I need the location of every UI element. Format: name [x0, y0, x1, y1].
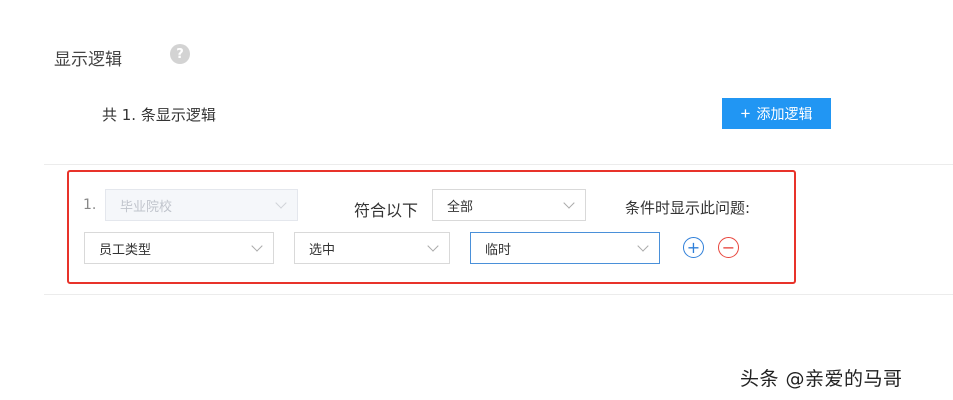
logic-count-text: 共 1. 条显示逻辑	[102, 106, 216, 124]
suffix-label: 条件时显示此问题:	[625, 199, 751, 217]
divider-top	[44, 164, 953, 165]
watermark: 头条 @亲爱的马哥	[740, 368, 903, 390]
value-select-value: 临时	[485, 242, 512, 258]
question-select-value: 毕业院校	[120, 199, 173, 215]
chevron-down-icon	[637, 240, 649, 252]
match-select-value: 全部	[447, 199, 474, 215]
chevron-down-icon	[275, 197, 287, 209]
add-condition-icon[interactable]: +	[683, 237, 704, 258]
field-select[interactable]: 员工类型	[84, 232, 274, 264]
match-label: 符合以下	[354, 201, 419, 220]
remove-condition-icon[interactable]: −	[718, 237, 739, 258]
question-select: 毕业院校	[105, 189, 298, 221]
divider-bottom	[44, 294, 953, 295]
operator-select-value: 选中	[309, 242, 336, 258]
rule-number: 1.	[83, 197, 97, 213]
field-select-value: 员工类型	[99, 242, 152, 258]
match-select[interactable]: 全部	[432, 189, 586, 221]
logic-rule-card	[67, 170, 796, 284]
logic-panel: 显示逻辑 ? 共 1. 条显示逻辑 + 添加逻辑 1. 毕业院校 符合以下 全部…	[0, 0, 953, 400]
plus-icon: +	[740, 104, 751, 123]
section-title: 显示逻辑	[54, 50, 122, 70]
add-logic-button[interactable]: + 添加逻辑	[722, 98, 831, 129]
add-logic-label: 添加逻辑	[756, 105, 813, 122]
chevron-down-icon	[563, 197, 575, 209]
value-select[interactable]: 临时	[470, 232, 660, 264]
operator-select[interactable]: 选中	[294, 232, 450, 264]
chevron-down-icon	[251, 240, 263, 252]
chevron-down-icon	[427, 240, 439, 252]
help-icon[interactable]: ?	[170, 44, 190, 64]
